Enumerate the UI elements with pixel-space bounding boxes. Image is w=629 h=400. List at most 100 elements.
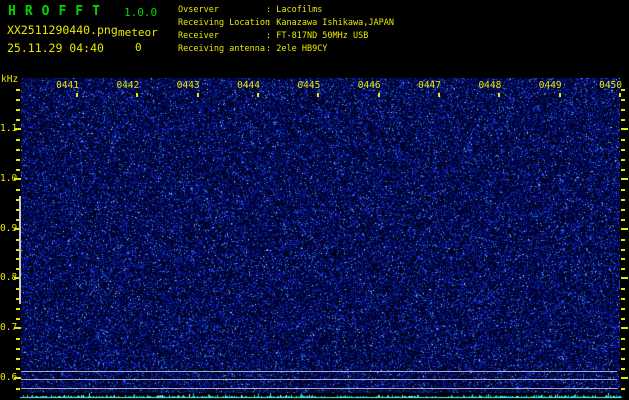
- freq-major-tick-right: [621, 277, 628, 279]
- freq-minor-tick-right: [621, 169, 625, 171]
- station-info-row: Receiver: FT-817ND 50MHz USB: [178, 30, 478, 43]
- time-tick-mark: [257, 93, 259, 97]
- station-info-label: Receiver: [178, 30, 219, 43]
- freq-minor-tick-left: [16, 338, 20, 340]
- time-tick-label: 0441: [49, 80, 79, 91]
- freq-axis-unit-label: kHz: [1, 74, 18, 85]
- time-tick-mark: [559, 93, 561, 97]
- freq-minor-tick-left: [16, 159, 20, 161]
- freq-minor-tick-right: [621, 119, 625, 121]
- freq-major-tick-right: [621, 128, 628, 130]
- freq-minor-tick-right: [621, 159, 625, 161]
- time-tick-mark: [317, 93, 319, 97]
- hrofft-window: HROFFT 1.0.0 XX2511290440.png meteor 25.…: [0, 0, 629, 400]
- station-info-row: Receiving Location: Kanazawa Ishikawa,JA…: [178, 17, 478, 30]
- time-tick-mark: [378, 93, 380, 97]
- level-reference-line: [21, 379, 617, 380]
- info-separator: :: [266, 44, 271, 54]
- station-info-label: Receiving Location: [178, 17, 270, 30]
- time-tick-label: 0449: [532, 80, 562, 91]
- freq-minor-tick-left: [16, 368, 20, 370]
- freq-minor-tick-right: [621, 258, 625, 260]
- freq-minor-tick-right: [621, 288, 625, 290]
- freq-minor-tick-left: [16, 358, 20, 360]
- freq-minor-tick-left: [16, 308, 20, 310]
- time-tick-mark: [76, 93, 78, 97]
- freq-minor-tick-left: [16, 139, 20, 141]
- freq-minor-tick-right: [621, 209, 625, 211]
- freq-minor-tick-right: [621, 368, 625, 370]
- station-info-text: FT-817ND 50MHz USB: [276, 31, 368, 41]
- monitor-range-indicator-line: [19, 196, 21, 304]
- freq-minor-tick-right: [621, 388, 625, 390]
- freq-minor-tick-left: [16, 169, 20, 171]
- station-info-block: Ovserver: LacofilmsReceiving Location: K…: [178, 4, 478, 56]
- freq-minor-tick-right: [621, 318, 625, 320]
- time-tick-label: 0450: [592, 80, 622, 91]
- time-tick-label: 0445: [290, 80, 320, 91]
- time-tick-mark: [498, 93, 500, 97]
- signal-level-trace: [0, 393, 629, 400]
- freq-major-tick-left: [14, 327, 21, 329]
- freq-major-tick-right: [621, 228, 628, 230]
- freq-minor-tick-left: [16, 109, 20, 111]
- meteor-count-label: meteor: [118, 26, 158, 39]
- station-info-text: Kanazawa Ishikawa,JAPAN: [276, 18, 394, 28]
- station-info-row: Receiving antenna: 2ele HB9CY: [178, 43, 478, 56]
- freq-major-tick-right: [621, 377, 628, 379]
- app-title: HROFFT: [8, 4, 109, 19]
- freq-minor-tick-left: [16, 99, 20, 101]
- app-version: 1.0.0: [124, 6, 157, 19]
- freq-minor-tick-right: [621, 149, 625, 151]
- freq-minor-tick-left: [16, 119, 20, 121]
- freq-minor-tick-left: [16, 348, 20, 350]
- freq-minor-tick-left: [16, 189, 20, 191]
- time-tick-mark: [197, 93, 199, 97]
- freq-minor-tick-left: [16, 388, 20, 390]
- station-info-value: : FT-817ND 50MHz USB: [266, 30, 368, 43]
- time-tick-label: 0442: [109, 80, 139, 91]
- time-tick-label: 0446: [351, 80, 381, 91]
- freq-minor-tick-right: [621, 199, 625, 201]
- time-tick-label: 0444: [230, 80, 260, 91]
- station-info-text: 2ele HB9CY: [276, 44, 327, 54]
- freq-minor-tick-right: [621, 99, 625, 101]
- freq-minor-tick-right: [621, 338, 625, 340]
- info-separator: :: [266, 5, 271, 15]
- info-separator: :: [266, 18, 271, 28]
- station-info-value: : Lacofilms: [266, 4, 322, 17]
- freq-major-tick-left: [14, 128, 21, 130]
- output-filename: XX2511290440.png: [7, 23, 118, 37]
- freq-minor-tick-right: [621, 268, 625, 270]
- freq-minor-tick-left: [16, 318, 20, 320]
- freq-minor-tick-right: [621, 219, 625, 221]
- station-info-value: : Kanazawa Ishikawa,JAPAN: [266, 17, 394, 30]
- freq-minor-tick-right: [621, 139, 625, 141]
- station-info-value: : 2ele HB9CY: [266, 43, 327, 56]
- freq-minor-tick-right: [621, 109, 625, 111]
- freq-major-tick-right: [621, 178, 628, 180]
- freq-minor-tick-left: [16, 89, 20, 91]
- station-info-row: Ovserver: Lacofilms: [178, 4, 478, 17]
- freq-major-tick-right: [621, 327, 628, 329]
- station-info-label: Ovserver: [178, 4, 219, 17]
- freq-minor-tick-left: [16, 149, 20, 151]
- freq-minor-tick-right: [621, 298, 625, 300]
- observation-datetime: 25.11.29 04:40: [7, 41, 104, 55]
- meteor-count-value: 0: [135, 41, 142, 54]
- freq-minor-tick-right: [621, 348, 625, 350]
- freq-minor-tick-right: [621, 358, 625, 360]
- freq-minor-tick-right: [621, 239, 625, 241]
- freq-minor-tick-right: [621, 189, 625, 191]
- freq-major-tick-left: [14, 377, 21, 379]
- station-info-label: Receiving antenna: [178, 43, 265, 56]
- info-separator: :: [266, 31, 271, 41]
- time-tick-mark: [136, 93, 138, 97]
- time-tick-mark: [438, 93, 440, 97]
- freq-minor-tick-right: [621, 308, 625, 310]
- level-reference-line: [21, 371, 617, 372]
- time-tick-label: 0448: [471, 80, 501, 91]
- station-info-text: Lacofilms: [276, 5, 322, 15]
- freq-minor-tick-right: [621, 249, 625, 251]
- spectrogram-noise-field: [21, 78, 620, 393]
